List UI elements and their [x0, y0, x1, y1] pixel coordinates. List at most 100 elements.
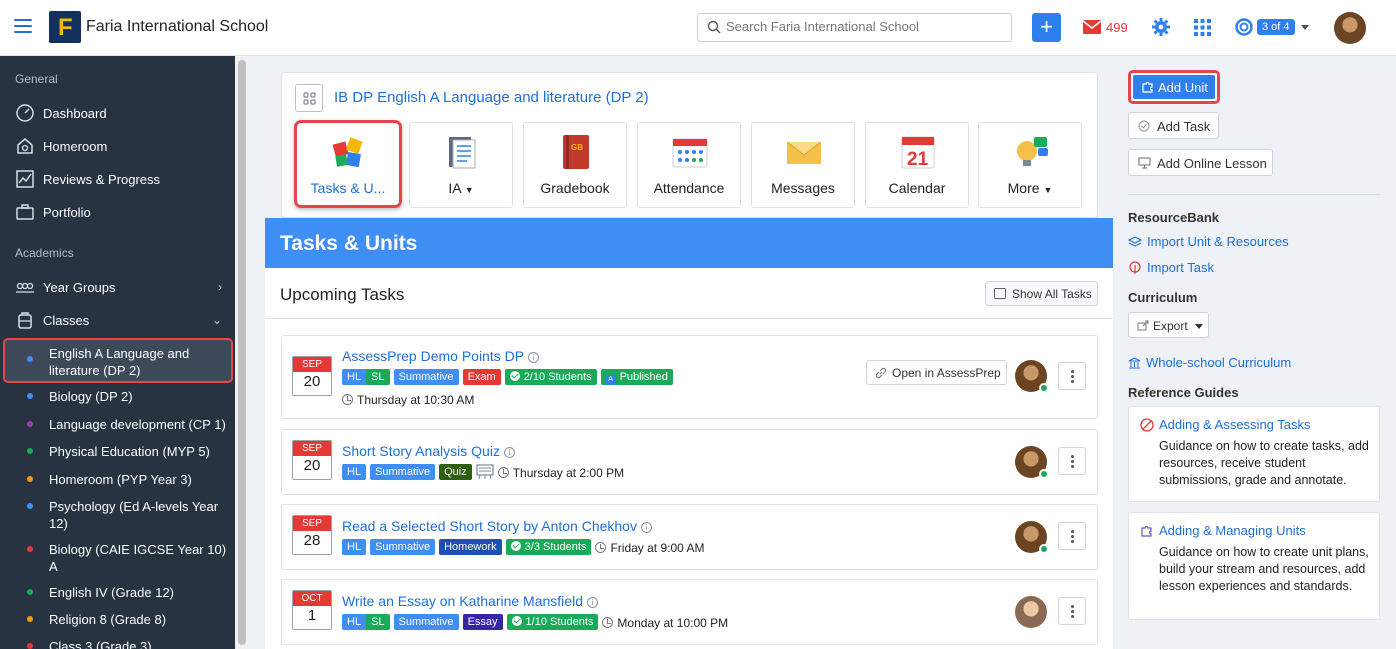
info-icon[interactable]: i — [640, 522, 652, 533]
user-avatar[interactable] — [1334, 12, 1366, 44]
export-dropdown[interactable]: Export — [1128, 312, 1209, 338]
task-title-link[interactable]: AssessPrep Demo Points DP i — [342, 348, 540, 364]
chart-icon — [16, 170, 34, 188]
teacher-avatar[interactable] — [1015, 596, 1047, 628]
task-tags: HL Summative Quiz Thursday at 2:00 PM — [342, 464, 624, 480]
guide-card-tasks[interactable]: Adding & Assessing Tasks Guidance on how… — [1128, 406, 1380, 502]
task-due: Thursday at 10:30 AM — [342, 392, 474, 407]
sidebar-class-english-iv[interactable]: English IV (Grade 12) — [49, 584, 229, 601]
apps-grid-icon[interactable] — [1194, 19, 1211, 36]
dashboard-icon — [16, 104, 34, 122]
task-card[interactable]: OCT 1 Write an Essay on Katharine Mansfi… — [281, 579, 1098, 645]
add-unit-button[interactable]: Add Unit — [1133, 75, 1215, 99]
class-menu-icon[interactable] — [295, 84, 323, 112]
sidebar-item-dashboard[interactable]: Dashboard — [15, 101, 230, 125]
teacher-avatar[interactable] — [1015, 360, 1049, 393]
guide-card-units[interactable]: Adding & Managing Units Guidance on how … — [1128, 512, 1380, 620]
teacher-avatar[interactable] — [1015, 521, 1049, 554]
task-title-link[interactable]: Write an Essay on Katharine Mansfield i — [342, 593, 598, 609]
tile-tasks-units[interactable]: Tasks & U... — [294, 120, 402, 208]
info-icon[interactable]: i — [528, 352, 540, 363]
task-options-button[interactable] — [1058, 447, 1086, 475]
open-in-assessprep-button[interactable]: Open in AssessPrep — [866, 360, 1007, 385]
sidebar-item-reviews-progress[interactable]: Reviews & Progress — [15, 167, 230, 191]
sidebar-class-class-3[interactable]: Class 3 (Grade 3) — [49, 638, 229, 649]
date-month: SEP — [293, 441, 331, 456]
date-month: SEP — [293, 516, 331, 531]
task-options-button[interactable] — [1058, 597, 1086, 625]
class-title[interactable]: IB DP English A Language and literature … — [334, 89, 649, 106]
search-input[interactable] — [726, 19, 1006, 34]
add-new-button[interactable]: + — [1032, 13, 1061, 42]
show-all-tasks-button[interactable]: Show All Tasks — [985, 281, 1098, 306]
sidebar-class-biology-dp2[interactable]: Biology (DP 2) — [49, 388, 229, 405]
sidebar-class-homeroom-pyp[interactable]: Homeroom (PYP Year 3) — [49, 471, 229, 488]
task-options-button[interactable] — [1058, 522, 1086, 550]
gear-icon[interactable] — [1152, 18, 1170, 36]
sidebar-section-academics: Academics — [15, 246, 74, 260]
sidebar-class-religion-8[interactable]: Religion 8 (Grade 8) — [49, 611, 229, 628]
guide-title[interactable]: Adding & Assessing Tasks — [1159, 417, 1311, 432]
mail-count[interactable]: 499 — [1106, 20, 1128, 35]
tile-label: Gradebook — [540, 180, 610, 196]
scrollbar-thumb[interactable] — [238, 60, 246, 645]
sidebar-class-physical-education[interactable]: Physical Education (MYP 5) — [49, 443, 229, 460]
tag-sl: SL — [366, 369, 390, 385]
sidebar-scrollbar[interactable] — [235, 56, 249, 649]
sidebar-item-year-groups[interactable]: Year Groups › — [15, 275, 230, 299]
tile-ia[interactable]: IA ▼ — [409, 122, 513, 208]
menu-icon[interactable] — [14, 19, 32, 33]
tag-hl: HL — [342, 464, 367, 480]
task-due-time: Thursday at 2:00 PM — [512, 465, 625, 480]
tile-more[interactable]: More ▼ — [978, 122, 1082, 208]
sidebar-class-english-a[interactable]: English A Language and literature (DP 2) — [49, 345, 229, 379]
sidebar-class-language-development[interactable]: Language development (CP 1) — [49, 416, 229, 433]
search-icon — [707, 20, 721, 34]
whole-school-curriculum-link[interactable]: Whole-school Curriculum — [1128, 355, 1291, 370]
task-title-text: AssessPrep Demo Points DP — [342, 348, 525, 364]
task-card[interactable]: SEP 20 Short Story Analysis Quiz i HL Sum… — [281, 429, 1098, 495]
import-unit-link[interactable]: Import Unit & Resources — [1127, 234, 1289, 249]
date-day: 28 — [303, 532, 321, 549]
link-text: Whole-school Curriculum — [1146, 355, 1292, 370]
sidebar-item-portfolio[interactable]: Portfolio — [15, 200, 230, 224]
teacher-avatar[interactable] — [1015, 446, 1049, 479]
assessprep-icon: A — [605, 375, 616, 385]
tile-gradebook[interactable]: GB Gradebook — [523, 122, 627, 208]
sidebar-item-classes[interactable]: Classes ⌄ — [15, 308, 230, 332]
tile-messages[interactable]: Messages — [751, 122, 855, 208]
school-logo[interactable] — [49, 11, 81, 43]
mail-icon[interactable] — [1083, 20, 1101, 34]
guide-title[interactable]: Adding & Managing Units — [1159, 523, 1306, 538]
tile-calendar[interactable]: 21 Calendar — [865, 122, 969, 208]
info-icon[interactable]: i — [503, 447, 515, 458]
guide-description: Guidance on how to create tasks, add res… — [1159, 439, 1369, 487]
add-task-button[interactable]: Add Task — [1128, 112, 1219, 139]
tag-text: Published — [619, 371, 668, 383]
tile-attendance[interactable]: Attendance — [637, 122, 741, 208]
resourcebank-heading: ResourceBank — [1128, 210, 1220, 225]
task-options-button[interactable] — [1058, 362, 1086, 390]
help-pager-badge[interactable]: 3 of 4 — [1257, 19, 1295, 35]
chevron-down-icon[interactable] — [1301, 25, 1309, 30]
school-name[interactable]: Faria International School — [86, 18, 268, 36]
import-task-link[interactable]: Import Task — [1128, 260, 1214, 275]
clock-icon — [497, 466, 509, 478]
guide-description: Guidance on how to create unit plans, bu… — [1159, 545, 1369, 593]
sidebar-class-psychology[interactable]: Psychology (Ed A-levels Year 12) — [49, 498, 229, 532]
search-box[interactable] — [697, 13, 1012, 42]
clipboard-icon — [449, 137, 476, 169]
sidebar-item-homeroom[interactable]: Homeroom — [15, 134, 230, 158]
task-card[interactable]: SEP 28 Read a Selected Short Story by An… — [281, 504, 1098, 570]
task-title-link[interactable]: Read a Selected Short Story by Anton Che… — [342, 518, 652, 534]
sidebar-class-biology-igcse[interactable]: Biology (CAIE IGCSE Year 10) A — [49, 541, 229, 575]
add-online-lesson-button[interactable]: Add Online Lesson — [1128, 149, 1273, 176]
task-date: SEP 28 — [292, 515, 332, 555]
gradebook-icon: GB — [563, 135, 589, 169]
task-title-link[interactable]: Short Story Analysis Quiz i — [342, 443, 515, 459]
tag-sl: SL — [366, 614, 390, 630]
lifebuoy-icon[interactable] — [1235, 18, 1253, 36]
info-icon[interactable]: i — [586, 597, 598, 608]
task-card[interactable]: SEP 20 AssessPrep Demo Points DP i HL SL … — [281, 335, 1098, 419]
date-day: 20 — [303, 457, 321, 474]
